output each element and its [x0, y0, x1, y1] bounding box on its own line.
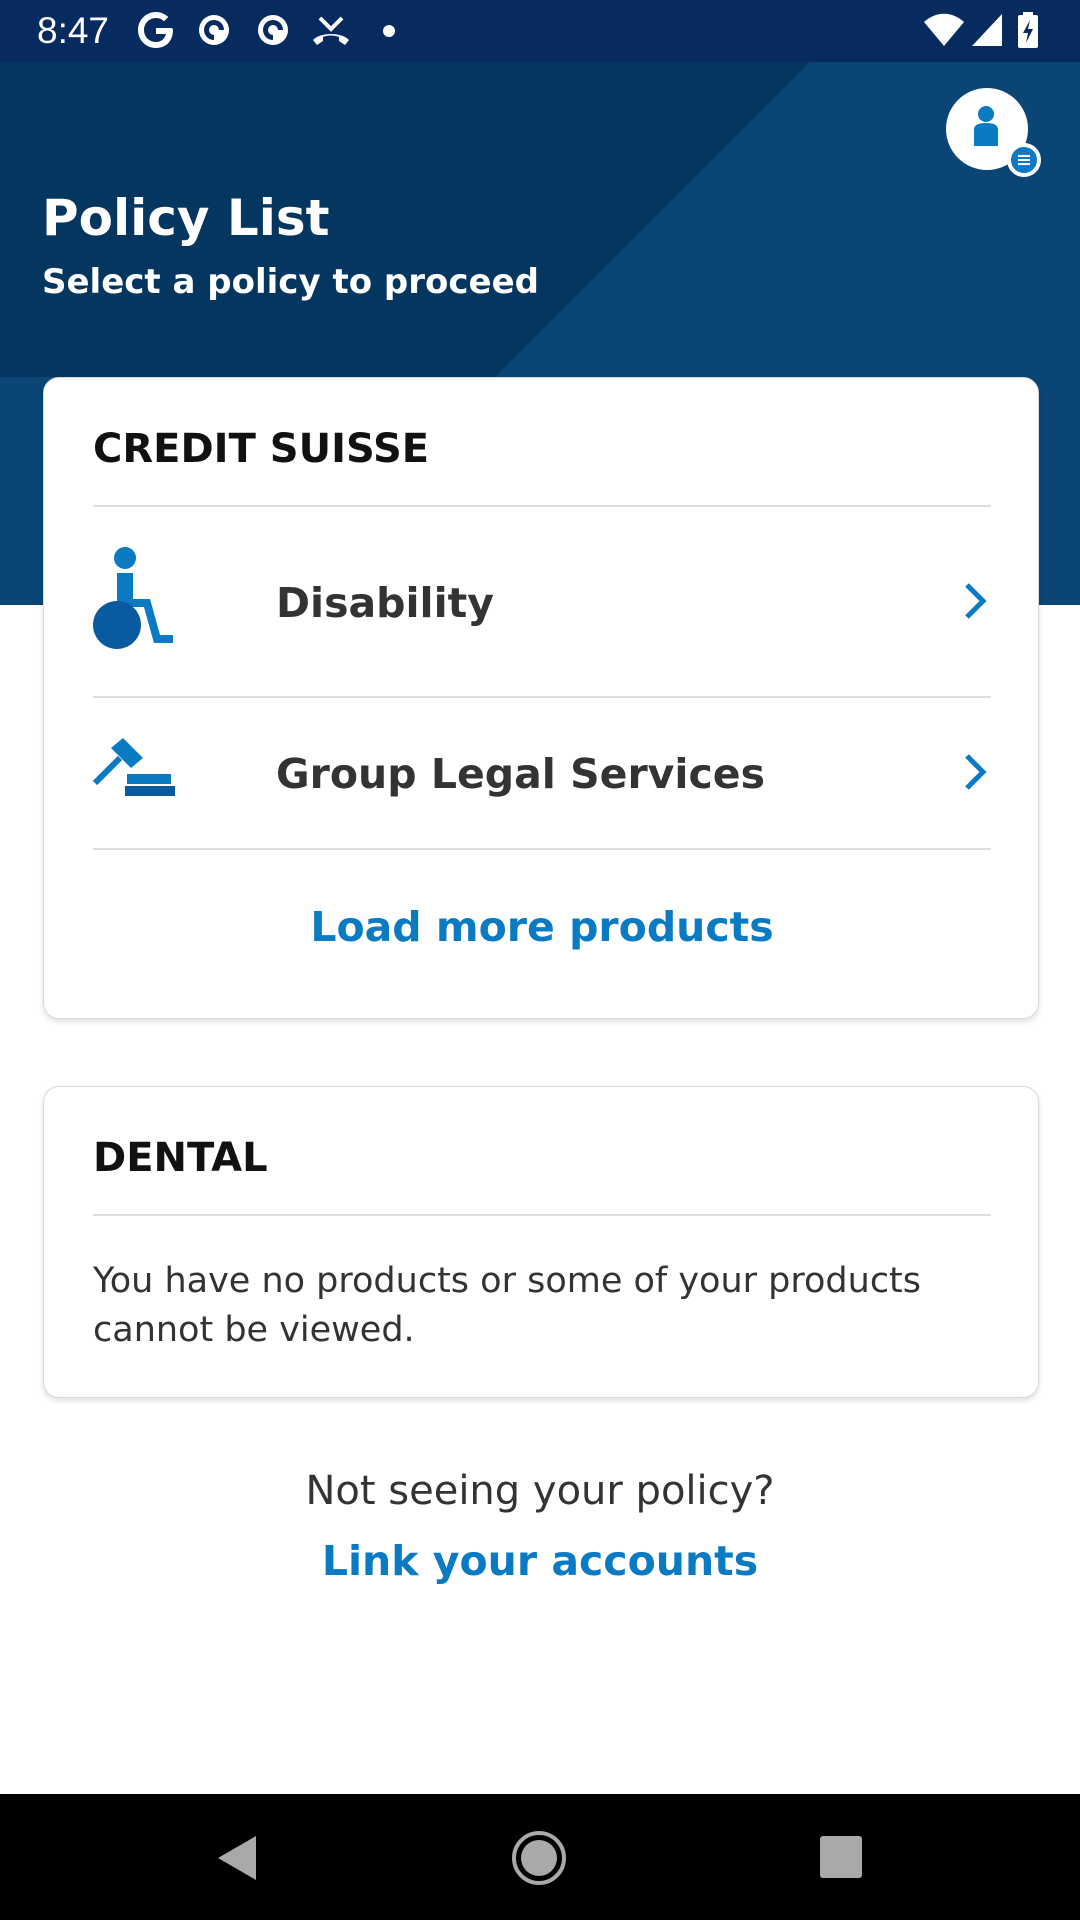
signal-icon [972, 14, 1002, 46]
pocket-casts-icon [199, 15, 229, 45]
policy-label-disability: Disability [276, 579, 494, 627]
page-title: Policy List [42, 189, 330, 247]
divider [93, 848, 991, 850]
card-heading: CREDIT SUISSE [93, 426, 430, 472]
wifi-icon [924, 13, 964, 46]
card-heading: DENTAL [93, 1135, 268, 1181]
chevron-right-icon [965, 754, 987, 790]
chevron-right-icon [965, 583, 987, 619]
status-time: 8:47 [37, 10, 110, 51]
dental-card: DENTAL You have no products or some of y… [43, 1086, 1039, 1398]
wheelchair-icon [93, 547, 173, 649]
policy-item-group-legal-services[interactable]: Group Legal Services [93, 698, 991, 848]
gavel-icon [93, 738, 175, 796]
credit-suisse-card: CREDIT SUISSE Disability Group Legal Ser… [43, 377, 1039, 1019]
load-more-products-link[interactable]: Load more products [44, 903, 1040, 951]
policy-label-group-legal-services: Group Legal Services [276, 750, 765, 798]
back-icon[interactable] [210, 1830, 266, 1886]
home-icon[interactable] [511, 1830, 567, 1886]
pocket-casts-icon-2 [258, 15, 288, 45]
navigation-bar [0, 1794, 1080, 1920]
policy-item-disability[interactable]: Disability [93, 507, 991, 696]
not-seeing-policy-text: Not seeing your policy? [305, 1468, 775, 1514]
status-bar: 8:47 [0, 0, 1080, 62]
notification-dot-icon [383, 25, 395, 37]
no-products-message: You have no products or some of your pro… [93, 1261, 922, 1350]
recents-icon[interactable] [814, 1830, 870, 1886]
google-icon [138, 12, 173, 48]
page-subtitle: Select a policy to proceed [42, 262, 539, 302]
menu-lines-icon [1018, 155, 1030, 165]
missed-call-icon [313, 16, 349, 45]
battery-icon [1018, 12, 1038, 48]
menu-badge[interactable] [1007, 143, 1041, 177]
link-accounts-link[interactable]: Link your accounts [0, 1537, 1080, 1585]
divider [93, 1214, 991, 1216]
